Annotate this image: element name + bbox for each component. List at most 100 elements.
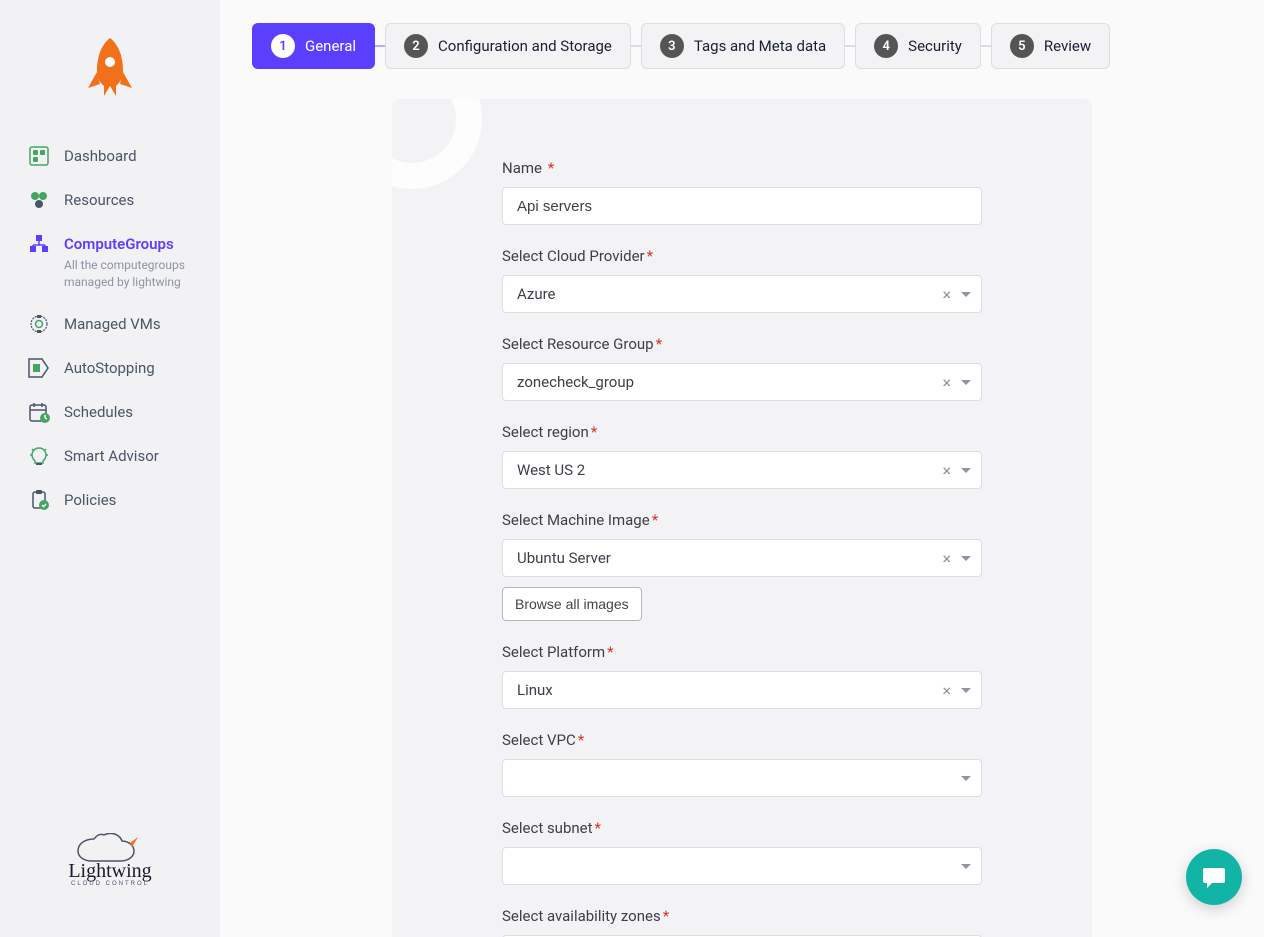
chevron-down-icon (961, 468, 971, 473)
sidebar-item-computegroups[interactable]: ComputeGroups All the computegroups mana… (28, 222, 220, 302)
sidebar-item-label: Smart Advisor (64, 445, 159, 467)
browse-images-button[interactable]: Browse all images (502, 587, 642, 621)
subnet-label: Select subnet* (502, 819, 982, 837)
decor-circle (392, 99, 482, 189)
managed-vms-icon (28, 313, 50, 335)
required-asterisk: * (663, 907, 669, 925)
sidebar-item-dashboard[interactable]: Dashboard (28, 134, 220, 178)
field-resource-group: Select Resource Group* zonecheck_group × (502, 335, 982, 401)
chat-icon (1200, 863, 1228, 891)
sidebar-item-label: ComputeGroups (64, 233, 204, 255)
required-asterisk: * (595, 819, 601, 837)
region-select[interactable]: West US 2 × (502, 451, 982, 489)
clear-icon[interactable]: × (936, 285, 957, 304)
image-label: Select Machine Image* (502, 511, 982, 529)
step-number: 1 (271, 34, 295, 58)
required-asterisk: * (656, 335, 662, 353)
sidebar-item-autostopping[interactable]: AutoStopping (28, 346, 220, 390)
rocket-icon (84, 36, 136, 104)
sidebar-item-schedules[interactable]: Schedules (28, 390, 220, 434)
required-asterisk: * (647, 247, 653, 265)
cloud-label: Select Cloud Provider* (502, 247, 982, 265)
sidebar-item-label: AutoStopping (64, 357, 155, 379)
required-asterisk: * (607, 643, 613, 661)
step-number: 5 (1010, 34, 1034, 58)
rg-label: Select Resource Group* (502, 335, 982, 353)
rg-select[interactable]: zonecheck_group × (502, 363, 982, 401)
svg-text:Lightwing: Lightwing (68, 860, 151, 882)
sidebar-item-label: Schedules (64, 401, 133, 423)
clear-icon[interactable]: × (936, 373, 957, 392)
dashboard-icon (28, 145, 50, 167)
autostopping-icon (28, 357, 50, 379)
required-asterisk: * (578, 731, 584, 749)
vpc-select[interactable] (502, 759, 982, 797)
field-cloud-provider: Select Cloud Provider* Azure × (502, 247, 982, 313)
sidebar-item-label: Policies (64, 489, 116, 511)
chevron-down-icon (961, 688, 971, 693)
required-asterisk: * (548, 159, 554, 177)
step-label: Tags and Meta data (694, 37, 826, 55)
step-label: Review (1044, 37, 1091, 55)
chat-launcher-button[interactable] (1186, 849, 1242, 905)
chevron-down-icon (961, 380, 971, 385)
step-configuration[interactable]: 2 Configuration and Storage (385, 23, 631, 69)
select-value: West US 2 (517, 461, 936, 479)
step-connector (631, 45, 641, 47)
clear-icon[interactable]: × (936, 461, 957, 480)
name-input[interactable] (502, 187, 982, 225)
brand-logo (0, 0, 220, 134)
step-security[interactable]: 4 Security (855, 23, 981, 69)
select-value: Azure (517, 285, 936, 303)
required-asterisk: * (591, 423, 597, 441)
field-platform: Select Platform* Linux × (502, 643, 982, 709)
chevron-down-icon (961, 776, 971, 781)
form-card: Name * Select Cloud Provider* Azure × Se… (392, 99, 1092, 937)
computegroups-icon (28, 233, 50, 255)
smart-advisor-icon (28, 445, 50, 467)
clear-icon[interactable]: × (936, 549, 957, 568)
sidebar-nav: Dashboard Resources ComputeGroups All th… (0, 134, 220, 833)
chevron-down-icon (961, 292, 971, 297)
step-number: 3 (660, 34, 684, 58)
step-tags[interactable]: 3 Tags and Meta data (641, 23, 845, 69)
cloud-select[interactable]: Azure × (502, 275, 982, 313)
platform-select[interactable]: Linux × (502, 671, 982, 709)
wizard-stepper: 1 General 2 Configuration and Storage 3 … (220, 23, 1264, 69)
subnet-select[interactable] (502, 847, 982, 885)
step-general[interactable]: 1 General (252, 23, 375, 69)
step-connector (375, 45, 385, 47)
select-value: Linux (517, 681, 936, 699)
step-number: 2 (404, 34, 428, 58)
svg-text:CLOUD CONTROL: CLOUD CONTROL (71, 881, 149, 887)
vpc-label: Select VPC* (502, 731, 982, 749)
field-vpc: Select VPC* (502, 731, 982, 797)
zones-label: Select availability zones* (502, 907, 982, 925)
step-label: General (305, 37, 356, 55)
step-connector (981, 45, 991, 47)
step-label: Security (908, 37, 962, 55)
sidebar-item-label: Dashboard (64, 145, 137, 167)
step-connector (845, 45, 855, 47)
clear-icon[interactable]: × (936, 681, 957, 700)
resources-icon (28, 189, 50, 211)
sidebar-item-smart-advisor[interactable]: Smart Advisor (28, 434, 220, 478)
brand-wordmark: Lightwing CLOUD CONTROL (0, 833, 220, 937)
field-region: Select region* West US 2 × (502, 423, 982, 489)
field-subnet: Select subnet* (502, 819, 982, 885)
sidebar-item-resources[interactable]: Resources (28, 178, 220, 222)
select-value: Ubuntu Server (517, 549, 936, 567)
sidebar: Dashboard Resources ComputeGroups All th… (0, 0, 220, 937)
step-review[interactable]: 5 Review (991, 23, 1110, 69)
chevron-down-icon (961, 864, 971, 869)
field-name: Name * (502, 159, 982, 225)
chevron-down-icon (961, 556, 971, 561)
sidebar-item-policies[interactable]: Policies (28, 478, 220, 522)
sidebar-item-desc: All the computegroups managed by lightwi… (64, 257, 204, 291)
sidebar-item-managed-vms[interactable]: Managed VMs (28, 302, 220, 346)
image-select[interactable]: Ubuntu Server × (502, 539, 982, 577)
required-asterisk: * (652, 511, 658, 529)
schedules-icon (28, 401, 50, 423)
sidebar-item-label: Resources (64, 189, 134, 211)
platform-label: Select Platform* (502, 643, 982, 661)
